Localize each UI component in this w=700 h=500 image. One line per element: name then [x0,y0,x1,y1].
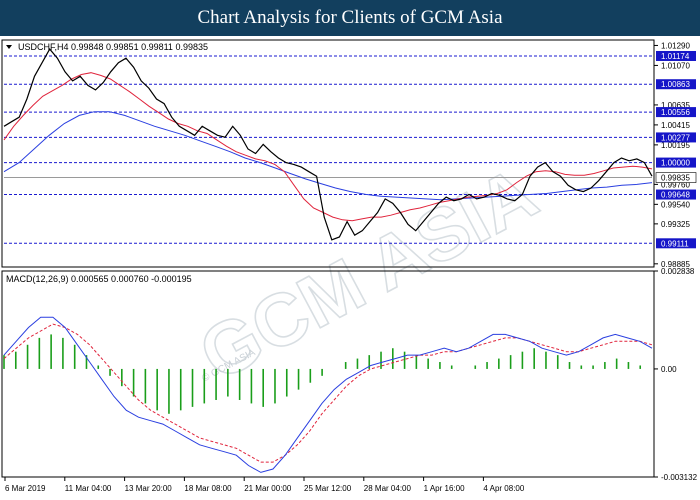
price-axis-label: 0.99540 [661,200,690,209]
time-axis-label: 21 Mar 00:00 [244,484,292,493]
price-panel-header: USDCHF,H4 0.99848 0.99851 0.99811 0.9983… [18,42,208,52]
chart-banner-title: Chart Analysis for Clients of GCM Asia [0,0,700,36]
level-price-label: 0.99111 [661,239,689,248]
level-price-label: 1.01174 [661,52,690,61]
price-axis-label: 1.01290 [661,41,690,50]
macd-panel-header: MACD(12,26,9) 0.000565 0.000760 -0.00019… [6,274,192,284]
level-price-label: 0.99648 [661,191,690,200]
price-axis-label: 1.01070 [661,61,690,70]
price-axis-label: 0.99325 [661,220,690,229]
time-axis-label: 1 Apr 16:00 [424,484,465,493]
time-axis-label: 11 Mar 04:00 [65,484,112,493]
level-price-label: 1.00000 [661,159,690,168]
macd-axis-label: 0.00 [661,365,677,374]
time-axis-label: 28 Mar 04:00 [364,484,412,493]
macd-axis-label: -0.003132 [661,473,698,482]
time-axis-label: 13 Mar 20:00 [125,484,173,493]
chart-area: GCM ASIA © GCM ASIA USDCHF,H4 0.99848 0.… [0,36,700,500]
price-axis-label: 1.00415 [661,121,690,130]
level-price-label: 1.00556 [661,108,690,117]
time-axis-label: 6 Mar 2019 [5,484,46,493]
macd-axis-label: 0.002838 [661,267,695,276]
time-axis-label: 4 Apr 08:00 [483,484,524,493]
time-axis-label: 25 Mar 12:00 [304,484,352,493]
level-price-label: 1.00863 [661,80,690,89]
current-price-label: 0.99835 [661,174,690,183]
time-axis-label: 18 Mar 08:00 [184,484,232,493]
level-price-label: 1.00277 [661,133,690,142]
